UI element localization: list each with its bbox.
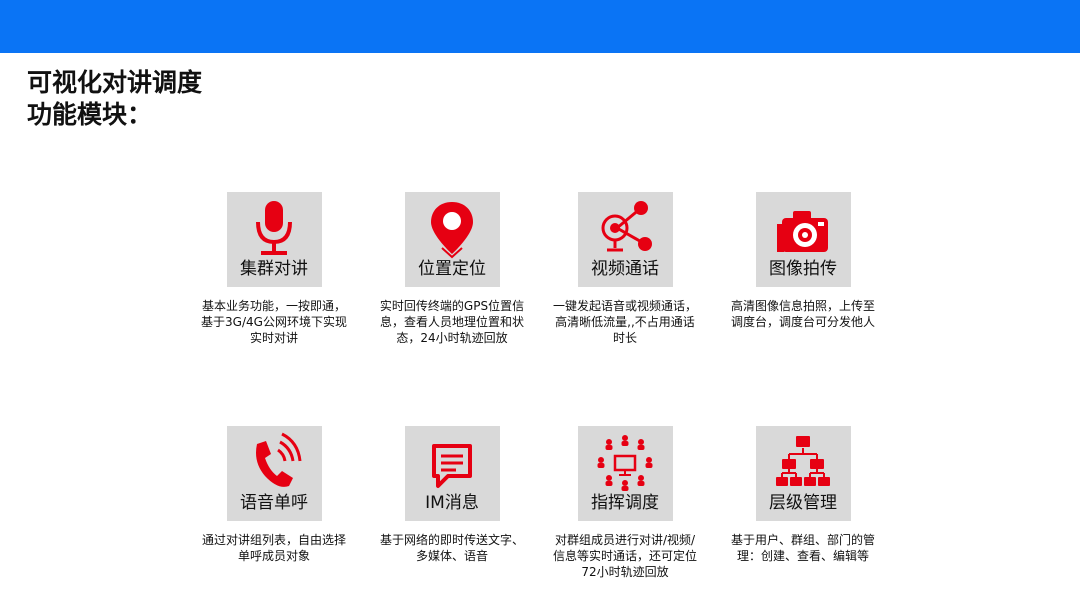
module-label: 视频通话 bbox=[591, 259, 659, 279]
module-tile[interactable]: 图像拍传 bbox=[755, 192, 851, 287]
module-label: 指挥调度 bbox=[591, 493, 659, 513]
location-pin-icon bbox=[431, 202, 473, 259]
module-label: 图像拍传 bbox=[769, 259, 837, 279]
page-title: 可视化对讲调度 功能模块： bbox=[27, 67, 202, 131]
module-tile[interactable]: 层级管理 bbox=[755, 426, 851, 521]
module-tile[interactable]: 视频通话 bbox=[577, 192, 673, 287]
video-share-icon bbox=[601, 201, 652, 252]
camera-icon bbox=[777, 211, 828, 252]
module-description: 通过对讲组列表，自由选择单呼成员对象 bbox=[201, 533, 346, 563]
module-description: 高清图像信息拍照，上传至调度台，调度台可分发他人 bbox=[730, 299, 875, 329]
chat-icon bbox=[432, 444, 472, 488]
module-description: 基于用户、群组、部门的管理：创建、查看、编辑等 bbox=[730, 533, 875, 563]
page-title-line-2: 功能模块： bbox=[27, 100, 153, 129]
command-network-icon bbox=[597, 435, 653, 491]
hierarchy-icon bbox=[776, 436, 830, 486]
microphone-icon bbox=[256, 201, 292, 255]
module-description: 实时回传终端的GPS位置信息，查看人员地理位置和状态，24小时轨迹回放 bbox=[379, 299, 525, 345]
module-label: IM消息 bbox=[425, 493, 479, 513]
module-description: 基本业务功能，一按即通，基于3G/4G公网环境下实现实时对讲 bbox=[201, 299, 347, 345]
module-tile[interactable]: IM消息 bbox=[404, 426, 500, 521]
module-label: 语音单呼 bbox=[240, 493, 308, 513]
module-label: 层级管理 bbox=[769, 493, 837, 513]
page-title-line-1: 可视化对讲调度 bbox=[27, 68, 203, 97]
module-tile[interactable]: 位置定位 bbox=[404, 192, 500, 287]
module-tile[interactable]: 语音单呼 bbox=[226, 426, 322, 521]
module-card-photo-upload[interactable]: 图像拍传 高清图像信息拍照，上传至调度台，调度台可分发他人 bbox=[698, 192, 908, 330]
module-tile[interactable]: 指挥调度 bbox=[577, 426, 673, 521]
module-card-hierarchy-management[interactable]: 层级管理 基于用户、群组、部门的管理：创建、查看、编辑等 bbox=[698, 426, 908, 564]
module-description: 对群组成员进行对讲/视频/信息等实时通话，还可定位72小时轨迹回放 bbox=[552, 533, 697, 579]
module-label: 位置定位 bbox=[418, 259, 486, 279]
phone-icon bbox=[256, 432, 302, 487]
module-tile[interactable]: 集群对讲 bbox=[226, 192, 322, 287]
module-description: 基于网络的即时传送文字、多媒体、语音 bbox=[379, 533, 524, 563]
module-label: 集群对讲 bbox=[240, 259, 308, 279]
module-description: 一键发起语音或视频通话，高清晰低流量,,不占用通话时长 bbox=[552, 299, 697, 345]
header-bar bbox=[0, 0, 1080, 53]
